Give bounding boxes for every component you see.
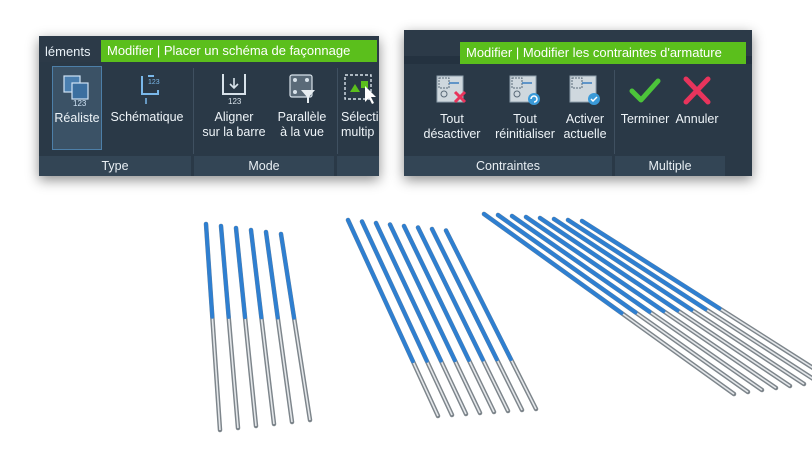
- group-label-multiple: Multiple: [615, 156, 725, 176]
- rebar-selected-segment: [566, 218, 708, 312]
- rebar-selected-segment: [402, 224, 471, 362]
- parallel-label-line1: Parallèle: [277, 110, 327, 124]
- group-separator: [337, 68, 338, 154]
- parallel-to-view-button[interactable]: Parallèle à la vue: [271, 66, 333, 150]
- check-icon: [629, 78, 661, 103]
- schematic-view-icon: 123: [141, 75, 160, 104]
- group-label-contraintes: Contraintes: [404, 156, 612, 176]
- rebar-selected-segment: [234, 226, 247, 320]
- group-separator: [614, 70, 615, 154]
- multi-select-line1: Sélecti: [341, 110, 379, 124]
- reset-all-constraints-icon: [509, 75, 540, 105]
- multi-select-icon: [344, 74, 376, 104]
- finish-label: Terminer: [620, 112, 670, 126]
- group-separator: [193, 68, 194, 154]
- activate-current-constraint-icon: [569, 75, 600, 105]
- schematic-label: Schématique: [110, 110, 184, 124]
- disable-all-label: Tout désactiver: [412, 112, 492, 142]
- multi-select-label: Sélecti multip: [341, 110, 379, 140]
- disable-all-constraints-icon: [436, 75, 467, 104]
- tab-elements[interactable]: léments: [39, 42, 97, 62]
- ribbon-body: 123 Réaliste 123 Schématique 123 Aligner: [39, 62, 379, 176]
- parallel-to-view-label: Parallèle à la vue: [271, 110, 333, 140]
- align-to-bar-icon: 123: [222, 74, 246, 106]
- rebar-selected-segment: [416, 225, 485, 362]
- schematic-button[interactable]: 123 Schématique: [105, 66, 189, 150]
- svg-text:123: 123: [73, 99, 87, 107]
- rebar-selected-segment: [374, 221, 443, 363]
- reset-all-label: Tout réinitialiser: [488, 112, 562, 142]
- align-to-bar-label: Aligner sur la barre: [197, 110, 271, 140]
- svg-text:123: 123: [228, 97, 242, 106]
- tab-strip: Modifier | Modifier les contraintes d'ar…: [404, 30, 752, 64]
- cancel-button[interactable]: Annuler: [672, 68, 722, 152]
- rebar-set-vertical: [203, 221, 313, 433]
- finish-button[interactable]: Terminer: [616, 68, 674, 152]
- reset-all-line1: Tout: [513, 112, 537, 126]
- ribbon-panel-contraintes: Modifier | Modifier les contraintes d'ar…: [404, 30, 752, 176]
- rebar-selected-segment: [279, 232, 297, 320]
- rebar-selected-segment: [430, 227, 499, 362]
- rebar-selected-segment: [388, 222, 457, 363]
- ribbon-body: Tout désactiver Tout réinitialiser Activ…: [404, 64, 752, 176]
- reset-all-button[interactable]: Tout réinitialiser: [488, 68, 562, 152]
- rebar-illustration: [203, 211, 812, 433]
- rebar-selected-segment: [360, 219, 429, 363]
- rebar-selected-segment: [538, 216, 680, 313]
- realistic-button[interactable]: 123 Réaliste: [52, 66, 102, 150]
- disable-all-button[interactable]: Tout désactiver: [412, 68, 492, 152]
- rebar-selected-segment: [264, 230, 280, 320]
- rebar-selected-segment: [346, 218, 415, 364]
- disable-all-line1: Tout: [440, 112, 464, 126]
- multi-select-button[interactable]: Sélecti multip: [339, 66, 379, 150]
- activate-current-line1: Activer: [565, 112, 605, 126]
- activate-current-line2: actuelle: [563, 127, 607, 141]
- rebar-selected-segment: [249, 228, 264, 320]
- ribbon-panel-placer-schema: léments Modifier | Placer un schéma de f…: [39, 36, 379, 176]
- parallel-label-line2: à la vue: [280, 125, 324, 139]
- disable-all-line2: désactiver: [423, 127, 481, 141]
- group-label-selection: [337, 156, 379, 176]
- parallel-to-view-icon: [289, 74, 315, 103]
- align-to-bar-button[interactable]: 123 Aligner sur la barre: [197, 66, 271, 150]
- realistic-view-icon: 123: [63, 75, 89, 107]
- rebar-selected-segment: [552, 217, 694, 312]
- tab-strip: léments Modifier | Placer un schéma de f…: [39, 36, 379, 62]
- align-label-line1: Aligner: [214, 110, 254, 124]
- rebar-set-diagonal-right: [481, 211, 812, 397]
- align-label-line2: sur la barre: [202, 125, 266, 139]
- activate-current-label: Activer actuelle: [558, 112, 612, 142]
- multi-select-line2: multip: [341, 125, 375, 139]
- cancel-label: Annuler: [675, 112, 719, 126]
- rebar-selected-segment: [219, 224, 231, 319]
- rebar-selected-segment: [444, 228, 513, 362]
- group-label-mode: Mode: [194, 156, 334, 176]
- activate-current-button[interactable]: Activer actuelle: [558, 68, 612, 152]
- realistic-label: Réaliste: [54, 111, 100, 125]
- cancel-x-icon: [683, 76, 711, 105]
- group-label-type: Type: [39, 156, 191, 176]
- tab-modifier-placer-schema[interactable]: Modifier | Placer un schéma de façonnage: [101, 40, 377, 62]
- rebar-selected-segment: [580, 219, 722, 311]
- rebar-set-diagonal-middle: [345, 217, 539, 419]
- reset-all-line2: réinitialiser: [495, 127, 555, 141]
- tab-modifier-contraintes[interactable]: Modifier | Modifier les contraintes d'ar…: [460, 42, 746, 64]
- svg-text:123: 123: [148, 79, 160, 86]
